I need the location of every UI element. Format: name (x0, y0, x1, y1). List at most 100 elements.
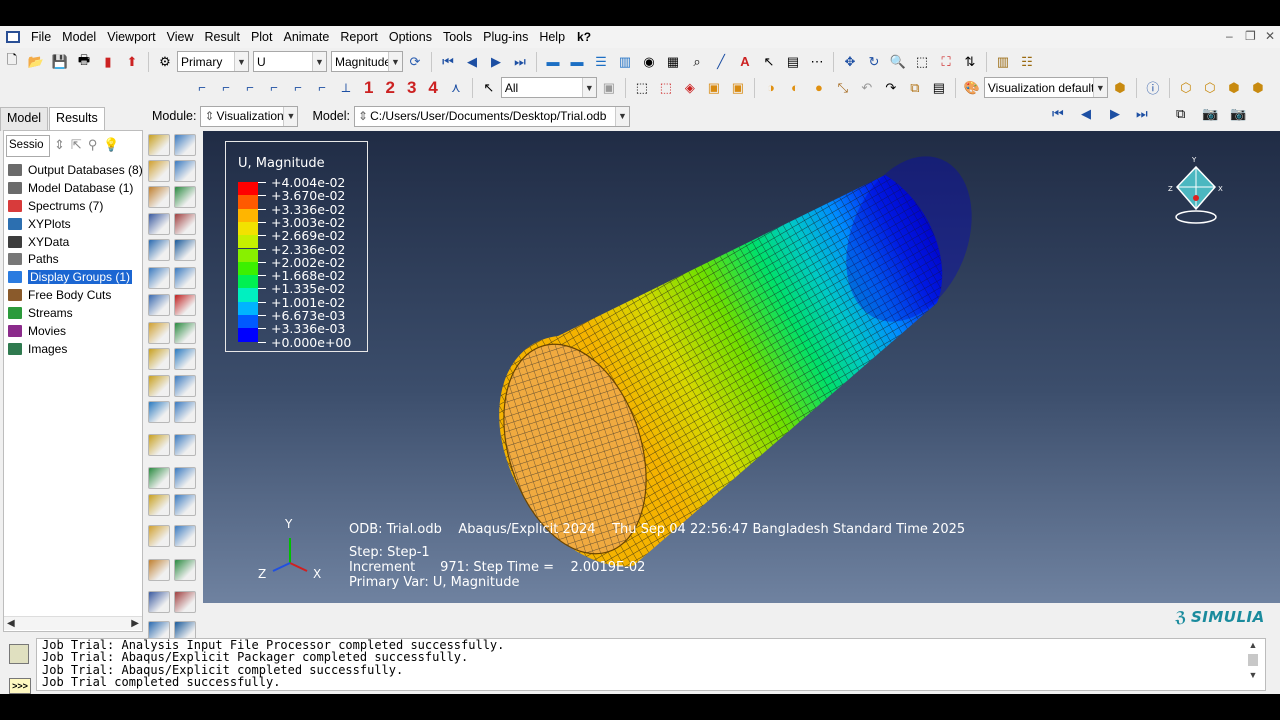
toolbox-tool-icon[interactable] (174, 267, 196, 289)
whats-this-icon[interactable]: k? (577, 30, 591, 44)
variable-combo[interactable]: U ▼ (253, 51, 327, 72)
link-viewports-icon[interactable]: ⧉ (1176, 106, 1185, 122)
scroll-thumb[interactable] (1248, 654, 1258, 666)
restore-icon[interactable]: ❐ (1245, 29, 1256, 43)
fit-vertical-icon[interactable]: ⇅ (960, 52, 980, 72)
viewport-vertical-icon[interactable]: ▥ (615, 52, 635, 72)
menu-result[interactable]: Result (202, 26, 248, 48)
menu-animate[interactable]: Animate (280, 26, 337, 48)
viewport-horizontal-icon[interactable]: ☰ (591, 52, 611, 72)
selection-filter-combo[interactable]: All ▼ (500, 77, 597, 98)
text-annotation-icon[interactable]: A (735, 52, 755, 72)
tree-item[interactable]: XYPlots (8, 215, 143, 233)
visualization-defaults-combo[interactable]: Visualization defaults ▼ (983, 77, 1108, 98)
chevron-down-icon[interactable]: ▼ (283, 106, 298, 126)
selection-lock-icon[interactable]: ▣ (599, 78, 619, 98)
toolbox-tool-icon[interactable] (148, 322, 170, 344)
info-icon[interactable]: ⓘ (1143, 78, 1163, 98)
box-shaded-icon[interactable]: ⬢ (1224, 78, 1244, 98)
menu-tools[interactable]: Tools (440, 26, 480, 48)
view-back-icon[interactable]: ⌐ (216, 78, 236, 98)
first-frame-icon[interactable]: ⏮ (1052, 106, 1064, 122)
menu-file[interactable]: File (28, 26, 59, 48)
render-style-icon[interactable]: ◑ (761, 78, 781, 98)
undo-icon[interactable]: ↶ (857, 78, 877, 98)
toolbox-tool-icon[interactable] (148, 434, 170, 456)
toolbox-tool-icon[interactable] (174, 591, 196, 613)
redo-icon[interactable]: ↷ (881, 78, 901, 98)
previous-frame-icon[interactable]: ◀ (1081, 106, 1091, 122)
export-icon[interactable]: ▮ (98, 52, 118, 72)
view-4-button[interactable]: 4 (428, 78, 437, 98)
ladder-icon[interactable]: ☷ (1017, 52, 1037, 72)
next-frame-icon[interactable]: ▶ (1110, 106, 1120, 122)
table-icon[interactable]: ▦ (663, 52, 683, 72)
view-right-icon[interactable]: ⌐ (312, 78, 332, 98)
last-frame-icon[interactable]: ⏭ (510, 52, 530, 72)
message-area-icon[interactable] (9, 644, 29, 664)
upload-icon[interactable]: ⬆ (122, 52, 142, 72)
toolbox-tool-icon[interactable] (148, 348, 170, 370)
box-hidden-icon[interactable]: ⬡ (1200, 78, 1220, 98)
toolbox-tool-icon[interactable] (148, 467, 170, 489)
shapes-icon[interactable]: ⧉ (905, 78, 925, 98)
print-icon[interactable]: 🖶 (74, 52, 94, 72)
movie-camera-icon[interactable]: 📷 (1230, 106, 1246, 122)
tree-item[interactable]: Output Databases (8) (8, 161, 143, 179)
tree-up-icon[interactable]: ⇱ (71, 137, 82, 153)
chevron-down-icon[interactable]: ▼ (615, 106, 630, 126)
first-frame-icon[interactable]: ⏮ (438, 52, 458, 72)
session-combo[interactable]: Sessio (6, 135, 50, 157)
sync-icon[interactable]: ⟳ (405, 52, 425, 72)
toolbox-tool-icon[interactable] (174, 494, 196, 516)
hidden-style-icon[interactable]: ◐ (785, 78, 805, 98)
menu-plot[interactable]: Plot (248, 26, 281, 48)
box-zoom-icon[interactable]: ⬚ (912, 52, 932, 72)
camera-icon[interactable]: 📷 (1202, 106, 1218, 122)
toolbox-tool-icon[interactable] (174, 467, 196, 489)
zoom-icon[interactable]: 🔍 (888, 52, 908, 72)
deselect-icon[interactable]: ▣ (728, 78, 748, 98)
field-output-icon[interactable]: ⚙ (155, 52, 175, 72)
tab-model[interactable]: Model (0, 107, 49, 131)
chevron-down-icon[interactable]: ▼ (234, 52, 248, 71)
scroll-up-icon[interactable]: ▲ (1246, 640, 1260, 650)
select-region-icon[interactable]: ⬚ (656, 78, 676, 98)
scroll-right-icon[interactable]: ▶ (131, 618, 139, 629)
toolbox-tool-icon[interactable] (148, 267, 170, 289)
palette-icon[interactable]: 🎨 (962, 78, 982, 98)
toolbox-tool-icon[interactable] (148, 294, 170, 316)
toolbox-tool-icon[interactable] (148, 186, 170, 208)
toolbox-tool-icon[interactable] (174, 434, 196, 456)
view-front-icon[interactable]: ⌐ (192, 78, 212, 98)
view-3-button[interactable]: 3 (407, 78, 416, 98)
menu-report[interactable]: Report (337, 26, 386, 48)
toolbox-tool-icon[interactable] (148, 375, 170, 397)
toolbox-tool-icon[interactable] (174, 401, 196, 423)
tree-item[interactable]: Spectrums (7) (8, 197, 143, 215)
ruler-icon[interactable]: ▥ (993, 52, 1013, 72)
menu-options[interactable]: Options (386, 26, 440, 48)
toolbox-tool-icon[interactable] (174, 375, 196, 397)
view-bottom-icon[interactable]: ⌐ (264, 78, 284, 98)
view-cube-icon[interactable]: Y Z X (1165, 153, 1227, 233)
triad-view-icon[interactable]: ⋏ (446, 78, 466, 98)
toolbox-tool-icon[interactable] (174, 294, 196, 316)
menu-help[interactable]: Help (536, 26, 573, 48)
box-wire-icon[interactable]: ⬡ (1176, 78, 1196, 98)
viewport-cascade-icon[interactable]: ▬ (567, 52, 587, 72)
module-combo[interactable]: ⇕ Visualization ▼ (200, 105, 299, 127)
select-box-icon[interactable]: ⬚ (632, 78, 652, 98)
rotate-icon[interactable]: ↻ (864, 52, 884, 72)
scroll-down-icon[interactable]: ▼ (1246, 670, 1260, 680)
last-frame-icon[interactable]: ⏭ (1136, 106, 1148, 122)
lightbulb-icon[interactable]: 💡 (103, 137, 119, 153)
view-top-icon[interactable]: ⌐ (240, 78, 260, 98)
view-2-button[interactable]: 2 (385, 78, 394, 98)
view-left-icon[interactable]: ⌐ (288, 78, 308, 98)
toolbox-tool-icon[interactable] (174, 134, 196, 156)
query-icon[interactable]: ⌕ (687, 52, 707, 72)
select-highlight-icon[interactable]: ▣ (704, 78, 724, 98)
next-frame-icon[interactable]: ▶ (486, 52, 506, 72)
toolbox-tool-icon[interactable] (174, 525, 196, 547)
